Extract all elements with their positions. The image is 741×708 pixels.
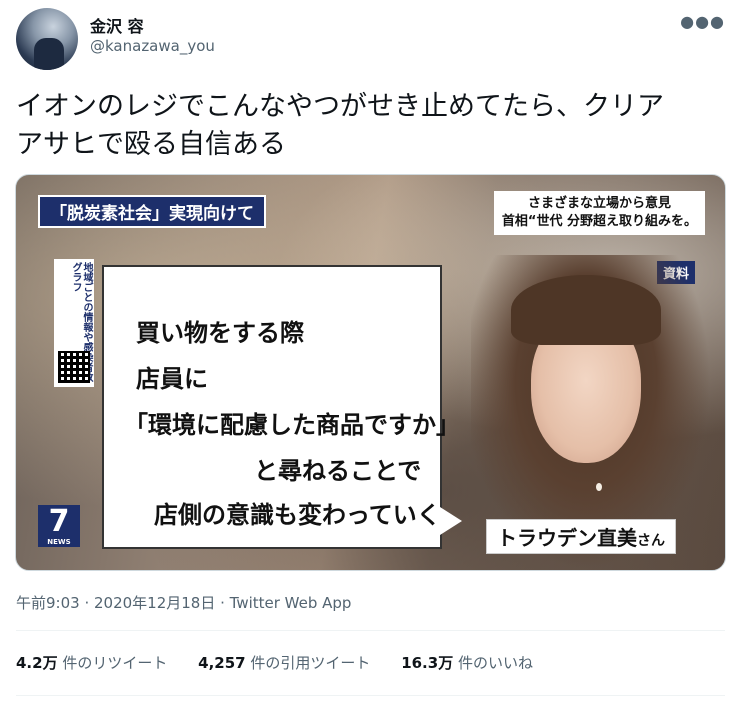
bubble-line5: 店側の意識も変わっていく	[154, 501, 441, 529]
quotes-label: 件の引用ツイート	[250, 654, 371, 672]
nameplate-name: トラウデン直美	[497, 526, 637, 550]
avatar[interactable]	[16, 8, 78, 70]
retweets-count: 4.2万	[16, 654, 58, 672]
tweet-text-line1: イオンのレジでこんなやつがせき止めてたら、クリア	[16, 91, 664, 122]
tweet-meta[interactable]: 午前9:03 · 2020年12月18日 · Twitter Web App	[16, 592, 351, 613]
likes-count: 16.3万	[401, 654, 454, 672]
logo-number: 7	[48, 504, 70, 539]
tweet-text: イオンのレジでこんなやつがせき止めてたら、クリア アサヒで殴る自信ある	[16, 88, 731, 164]
qr-code-icon	[58, 351, 90, 383]
divider-top	[16, 630, 725, 631]
quotes-stat[interactable]: 4,257 件の引用ツイート	[198, 654, 370, 672]
retweets-label: 件のリツイート	[62, 654, 168, 672]
person-nameplate: トラウデン直美さん	[486, 519, 676, 554]
news-caption-top: 「脱炭素社会」実現向けて	[38, 195, 266, 228]
tweet-stats: 4.2万 件のリツイート 4,257 件の引用ツイート 16.3万 件のいいね	[16, 652, 559, 673]
author-name[interactable]: 金沢 容	[90, 13, 144, 37]
tweet-media-image[interactable]: 「脱炭素社会」実現向けて さまざまな立場から意見 首相“世代 分野超え取り組みを…	[15, 174, 726, 571]
bubble-line2: 店員に	[136, 365, 208, 393]
likes-label: 件のいいね	[457, 654, 533, 672]
news7-logo: 7 NEWS	[38, 505, 80, 547]
likes-stat[interactable]: 16.3万 件のいいね	[401, 654, 533, 672]
more-horizontal-icon[interactable]: ●●●	[680, 12, 725, 31]
logo-label: NEWS	[47, 538, 71, 546]
author-handle[interactable]: @kanazawa_you	[90, 37, 215, 55]
bubble-line3: 「環境に配慮した商品ですか」	[124, 411, 460, 439]
bangs	[511, 275, 661, 345]
quotes-count: 4,257	[198, 654, 246, 672]
bubble-line1: 買い物をする際	[136, 319, 304, 347]
nameplate-suffix: さん	[637, 533, 665, 549]
news-headline-line1: さまざまな立場から意見	[527, 196, 671, 211]
news-headline-box: さまざまな立場から意見 首相“世代 分野超え取り組みを。	[493, 191, 705, 235]
news-headline-line2: 首相“世代 分野超え取り組みを。	[501, 214, 697, 229]
speech-bubble: 買い物をする際 店員に 「環境に配慮した商品ですか」 と尋ねることで 店側の意識…	[102, 265, 462, 549]
divider-bottom	[16, 695, 725, 696]
earring	[596, 483, 602, 491]
tweet-text-line2: アサヒで殴る自信ある	[16, 129, 286, 160]
retweets-stat[interactable]: 4.2万 件のリツイート	[16, 654, 167, 672]
bubble-line4: と尋ねることで	[254, 457, 422, 485]
